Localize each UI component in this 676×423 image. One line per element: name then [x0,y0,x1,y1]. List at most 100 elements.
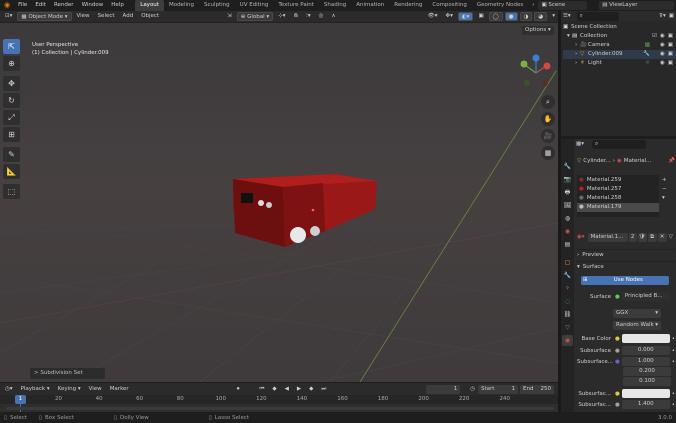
gizmo-neg-y-icon[interactable] [524,80,530,86]
tab-shading[interactable]: Shading [319,0,351,11]
subsurface-color-swatch[interactable] [621,389,670,398]
collection-tab-icon[interactable]: ▤ [562,239,573,250]
mode-selector[interactable]: ▦ Object Mode ▾ [17,12,72,21]
shading-wireframe-icon[interactable]: ◯ [488,12,503,21]
cursor-tool-icon[interactable]: ⊕ [3,56,20,71]
menu-timeline-view[interactable]: View [86,385,105,394]
play-reverse-icon[interactable]: ◀ [282,385,292,394]
select-tool-icon[interactable]: ⇱ [3,39,20,54]
eye-icon[interactable]: ◉ [660,41,665,50]
gizmo-z-icon[interactable] [532,54,540,62]
keyframe-dot-icon[interactable]: • [672,391,675,397]
subsurface-method-dropdown[interactable]: Random Walk ▾ [613,321,661,330]
scene-selector[interactable]: ▣ Scene [538,1,588,10]
radius-x-field[interactable]: 1.000 [621,357,670,366]
constraints-tab-icon[interactable]: ⛓ [562,309,573,320]
tab-modeling[interactable]: Modeling [164,0,199,11]
scale-tool-icon[interactable]: ⤢ [3,110,20,125]
outliner-search[interactable]: ⌕ [576,11,619,21]
unlink-icon[interactable]: ✕ [657,232,667,242]
pin-icon[interactable]: 📌 [668,158,675,164]
tab-texture-paint[interactable]: Texture Paint [273,0,319,11]
tab-animation[interactable]: Animation [351,0,389,11]
shading-solid-icon[interactable]: ● [504,12,518,21]
subsurface-ior-field[interactable]: 1.400 [621,400,670,409]
material-users-count[interactable]: 2 [628,232,637,242]
playhead-frame[interactable]: 1 [15,395,26,404]
proportional-edit-icon[interactable]: ◎ [316,12,327,21]
timeline-editor-icon[interactable]: ◷▾ [2,385,16,394]
overlay-icon[interactable]: ◐▾ [457,12,474,21]
render-tab-icon[interactable]: 📷 [562,174,573,185]
transform-tool-icon[interactable]: ⊞ [3,127,20,142]
gizmo-neg-x-icon[interactable] [542,80,548,86]
eye-icon[interactable]: ◉ [660,50,665,59]
snap-target-icon[interactable]: ⁝▾ [303,12,314,21]
keyframe-dot-icon[interactable]: • [672,402,675,408]
audio-interface-model[interactable] [225,171,385,251]
next-keyframe-icon[interactable]: ◆ [306,385,316,394]
add-slot-icon[interactable]: + [662,177,672,186]
physics-tab-icon[interactable]: ◌ [562,296,573,307]
orientation-selector[interactable]: ⊕ Global ▾ [236,12,274,21]
menu-edit[interactable]: Edit [31,0,50,11]
tab-sculpting[interactable]: Sculpting [199,0,235,11]
end-frame-field[interactable]: End 250 [520,384,554,394]
jump-end-icon[interactable]: ⏭ [318,385,329,394]
start-frame-field[interactable]: Start 1 [478,384,518,394]
material-slot[interactable]: ● Material.258 [577,194,659,203]
menu-window[interactable]: Window [78,0,108,11]
menu-add[interactable]: Add [120,12,137,21]
object-tab-icon[interactable]: ▢ [562,257,573,268]
menu-object[interactable]: Object [138,12,162,21]
gizmo-icon[interactable]: ✥▾ [443,12,456,21]
eye-icon[interactable]: ◉ [660,32,665,41]
tab-layout[interactable]: Layout [135,0,164,11]
annotate-tool-icon[interactable]: ✎ [3,147,20,162]
material-browse-icon[interactable]: ◉▾ [577,234,585,240]
current-frame-field[interactable]: 1 [426,384,461,394]
timeline-area[interactable]: 20 40 60 80 100 120 140 160 180 200 220 240 1 [0,395,558,412]
camera-restrict-icon[interactable]: ▣ [668,59,673,68]
play-icon[interactable]: ▶ [294,385,304,394]
zoom-icon[interactable]: ⌕ [541,95,555,109]
shading-rendered-icon[interactable]: ◕ [534,12,548,21]
jump-start-icon[interactable]: ⏮ [256,385,267,394]
transform-orientation-icon[interactable]: ⇲ [224,12,235,21]
rotate-tool-icon[interactable]: ↻ [3,93,20,108]
options-button[interactable]: Options ▾ [522,26,554,35]
properties-editor-icon[interactable]: ▦▾ [576,141,584,147]
remove-slot-icon[interactable]: − [662,186,672,195]
xray-icon[interactable]: ▣ [475,12,486,21]
blender-logo-icon[interactable]: ◉ [0,0,14,11]
tab-rendering[interactable]: Rendering [389,0,427,11]
timeline-scrollbar[interactable] [6,407,554,410]
eye-icon[interactable]: ◉ [660,59,665,68]
shading-material-icon[interactable]: ◑ [519,12,533,21]
material-name-field[interactable]: Material.1... [587,232,628,242]
outliner-item-cylinder[interactable]: › ▽ Cylinder.009 🔧 ◉ ▣ [563,50,676,59]
operator-panel[interactable]: > Subdivision Set [30,368,105,379]
keyframe-dot-icon[interactable]: • [672,348,675,354]
gizmo-x-icon[interactable] [543,62,551,70]
surface-shader-field[interactable]: Principled B... [621,292,670,301]
shading-options-icon[interactable]: ▾ [549,12,558,21]
material-tab-icon[interactable]: ◉ [562,335,573,346]
filter-icon[interactable]: ⊽▾ [659,13,666,19]
tab-uv-editing[interactable]: UV Editing [235,0,274,11]
menu-marker[interactable]: Marker [107,385,132,394]
camera-view-icon[interactable]: 🎥 [541,129,555,143]
menu-render[interactable]: Render [50,0,78,11]
outliner-editor-icon[interactable]: ☰▾ [563,13,571,19]
base-color-swatch[interactable] [621,334,670,343]
tab-geometry-nodes[interactable]: Geometry Nodes [472,0,528,11]
data-tab-icon[interactable]: ▽ [562,322,573,333]
3d-viewport[interactable]: User Perspective (1) Collection | Cylind… [0,23,558,382]
menu-view[interactable]: View [74,12,93,21]
visibility-icon[interactable]: 👁▾ [425,12,441,21]
modifier-tab-icon[interactable]: 🔧 [562,270,573,281]
menu-playback[interactable]: Playback ▾ [18,385,53,394]
preview-range-icon[interactable]: ◷ [470,386,475,392]
new-collection-icon[interactable]: ▣ [669,13,674,19]
prev-keyframe-icon[interactable]: ◆ [269,385,279,394]
